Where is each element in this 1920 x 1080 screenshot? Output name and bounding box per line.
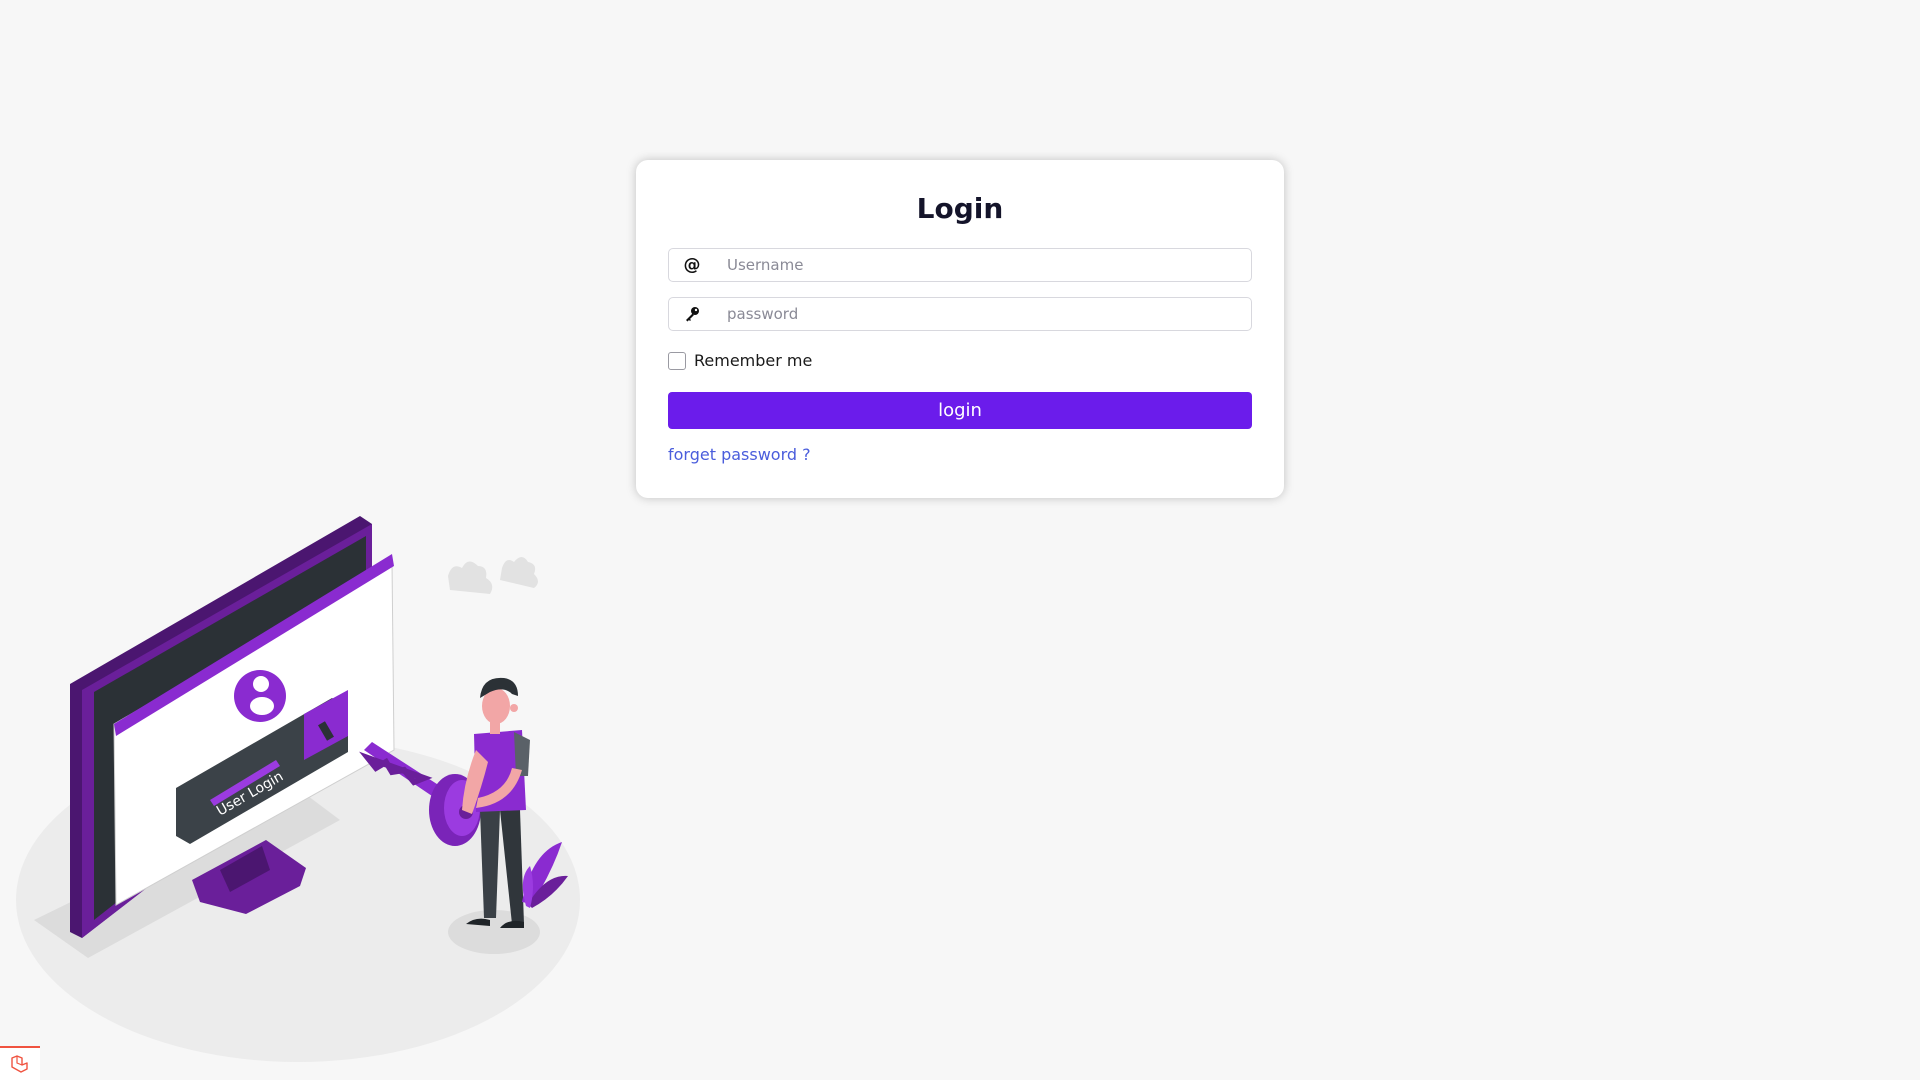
login-title: Login: [916, 192, 1004, 225]
remember-me-label: Remember me: [694, 351, 813, 370]
password-input[interactable]: [715, 298, 1251, 330]
login-illustration: User Login: [16, 516, 580, 1062]
login-card: Login @ Remember me login forget passwor…: [636, 160, 1284, 498]
key-icon: [669, 298, 715, 330]
username-field[interactable]: @: [668, 248, 1252, 282]
remember-me-checkbox[interactable]: [668, 351, 686, 370]
laravel-debugbar-icon[interactable]: [0, 1046, 40, 1080]
password-field[interactable]: [668, 297, 1252, 331]
remember-me-row[interactable]: Remember me: [668, 351, 812, 370]
login-button[interactable]: login: [668, 392, 1252, 429]
username-input[interactable]: [715, 249, 1251, 281]
cloud-icon: [500, 557, 538, 588]
login-page: Login @ Remember me login forget passwor…: [0, 0, 1920, 1080]
cloud-icon: [448, 561, 493, 594]
forgot-password-link[interactable]: forget password ?: [668, 445, 811, 464]
at-icon: @: [683, 255, 701, 275]
